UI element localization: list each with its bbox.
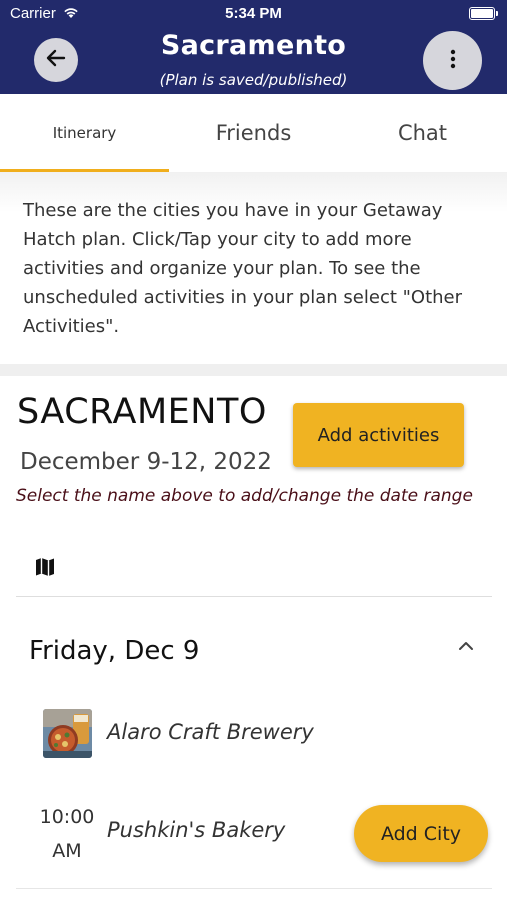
divider xyxy=(16,596,492,597)
battery-icon xyxy=(469,7,498,20)
city-dates: December 9-12, 2022 xyxy=(20,449,272,475)
status-bar: Carrier 5:34 PM xyxy=(0,0,507,28)
add-activities-button[interactable]: Add activities xyxy=(293,403,464,467)
add-city-button[interactable]: Add City xyxy=(354,805,488,862)
activity-name[interactable]: Alaro Craft Brewery xyxy=(107,720,314,744)
tab-friends[interactable]: Friends xyxy=(169,94,338,172)
intro-section: These are the cities you have in your Ge… xyxy=(0,172,507,364)
map-icon[interactable] xyxy=(33,555,57,583)
activity-name[interactable]: Pushkin's Bakery xyxy=(107,818,285,842)
intro-text: These are the cities you have in your Ge… xyxy=(23,200,463,337)
more-options-button[interactable] xyxy=(423,31,482,90)
day-title[interactable]: Friday, Dec 9 xyxy=(29,636,199,666)
activity-time: 10:00 AM xyxy=(39,806,95,862)
app-header: Sacramento (Plan is saved/published) xyxy=(0,28,507,94)
more-vertical-icon xyxy=(450,49,456,73)
status-time: 5:34 PM xyxy=(225,5,282,22)
date-hint: Select the name above to add/change the … xyxy=(16,486,473,506)
city-name[interactable]: SACRAMENTO xyxy=(17,392,267,432)
chevron-up-icon[interactable] xyxy=(458,637,474,656)
activity-thumbnail[interactable] xyxy=(43,709,92,758)
tab-bar: Itinerary Friends Chat xyxy=(0,94,507,172)
section-divider xyxy=(0,364,507,376)
tab-itinerary[interactable]: Itinerary xyxy=(0,94,169,172)
tab-chat[interactable]: Chat xyxy=(338,94,507,172)
divider xyxy=(16,888,492,889)
